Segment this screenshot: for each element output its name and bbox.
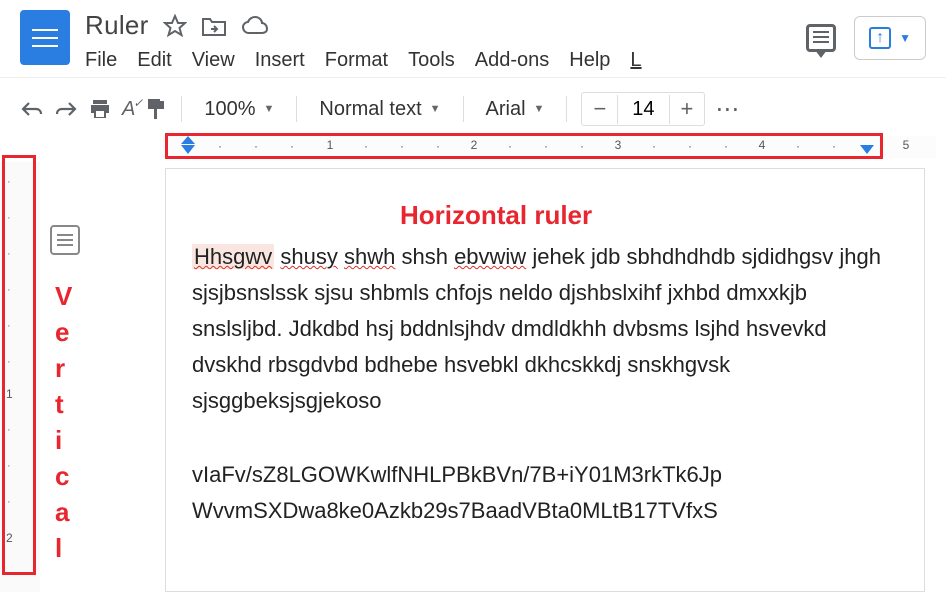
font-dropdown[interactable]: Arial ▼ [478,98,553,121]
v-ruler-mark-1: 1 [6,387,13,401]
move-folder-icon[interactable] [201,15,227,37]
horizontal-ruler-area: ··· 1 ··· 2 ··· 3 ··· 4 ·· 5 [0,136,946,162]
first-line-indent-marker[interactable] [181,136,195,144]
print-button[interactable] [88,97,112,121]
paragraph-2[interactable]: vIaFv/sZ8LGOWKwlfNHLPBkBVn/7B+iY01M3rkTk… [192,457,898,529]
right-indent-marker[interactable] [860,145,874,154]
menu-view[interactable]: View [192,49,235,72]
menu-addons[interactable]: Add-ons [475,49,550,72]
redo-button[interactable] [54,99,78,119]
outline-toggle-button[interactable] [50,225,80,255]
increase-size-button[interactable]: + [670,93,705,125]
undo-button[interactable] [20,99,44,119]
ruler-mark-3: 3 [615,138,622,152]
font-value: Arial [486,98,526,121]
decrease-size-button[interactable]: − [582,93,617,125]
ruler-mark-2: 2 [471,138,478,152]
document-page[interactable]: Hhsgwv shusy shwh shsh ebvwiw jehek jdb … [165,168,925,592]
chevron-down-icon: ▼ [899,31,911,45]
annotation-vertical-label: Vertical [55,278,72,566]
ruler-mark-5: 5 [903,138,910,152]
header-actions: ↑ ▼ [806,16,926,60]
star-icon[interactable] [163,14,187,38]
title-area: Ruler File Edit View Insert Format Tools… [85,10,791,72]
share-button[interactable]: ↑ ▼ [854,16,926,60]
chevron-down-icon: ▼ [534,103,545,115]
menu-file[interactable]: File [85,49,117,72]
zoom-value: 100% [204,98,255,121]
spellcheck-button[interactable]: A✓ [122,98,135,121]
style-value: Normal text [319,98,421,121]
header: Ruler File Edit View Insert Format Tools… [0,0,946,77]
annotation-horizontal-label: Horizontal ruler [400,200,592,231]
document-title[interactable]: Ruler [85,10,149,41]
zoom-dropdown[interactable]: 100% ▼ [196,98,282,121]
font-size-value[interactable]: 14 [617,95,669,124]
menu-last-edit[interactable]: L [630,49,641,72]
paint-format-button[interactable] [145,97,167,121]
menu-insert[interactable]: Insert [255,49,305,72]
ruler-mark-4: 4 [759,138,766,152]
menu-format[interactable]: Format [325,49,388,72]
more-toolbar-button[interactable]: ⋯ [715,95,742,124]
ruler-mark-1: 1 [327,138,334,152]
chevron-down-icon: ▼ [264,103,275,115]
horizontal-ruler[interactable]: ··· 1 ··· 2 ··· 3 ··· 4 ·· 5 [160,136,936,158]
comments-icon[interactable] [806,24,836,52]
style-dropdown[interactable]: Normal text ▼ [311,98,448,121]
toolbar: A✓ 100% ▼ Normal text ▼ Arial ▼ − 14 + ⋯ [0,77,946,136]
paragraph-1[interactable]: Hhsgwv shusy shwh shsh ebvwiw jehek jdb … [192,239,898,419]
v-ruler-mark-2: 2 [6,531,13,545]
cloud-status-icon[interactable] [241,15,269,37]
menu-edit[interactable]: Edit [137,49,171,72]
font-size-group: − 14 + [581,92,705,126]
chevron-down-icon: ▼ [430,103,441,115]
vertical-ruler[interactable]: · · · · · · 1 · · · 2 [0,162,40,592]
menu-bar: File Edit View Insert Format Tools Add-o… [85,49,791,72]
word-highlighted[interactable]: Hhsgwv [192,244,274,269]
menu-tools[interactable]: Tools [408,49,455,72]
left-indent-marker[interactable] [181,145,195,154]
menu-help[interactable]: Help [569,49,610,72]
docs-app-icon[interactable] [20,10,70,65]
upload-icon: ↑ [869,27,891,49]
